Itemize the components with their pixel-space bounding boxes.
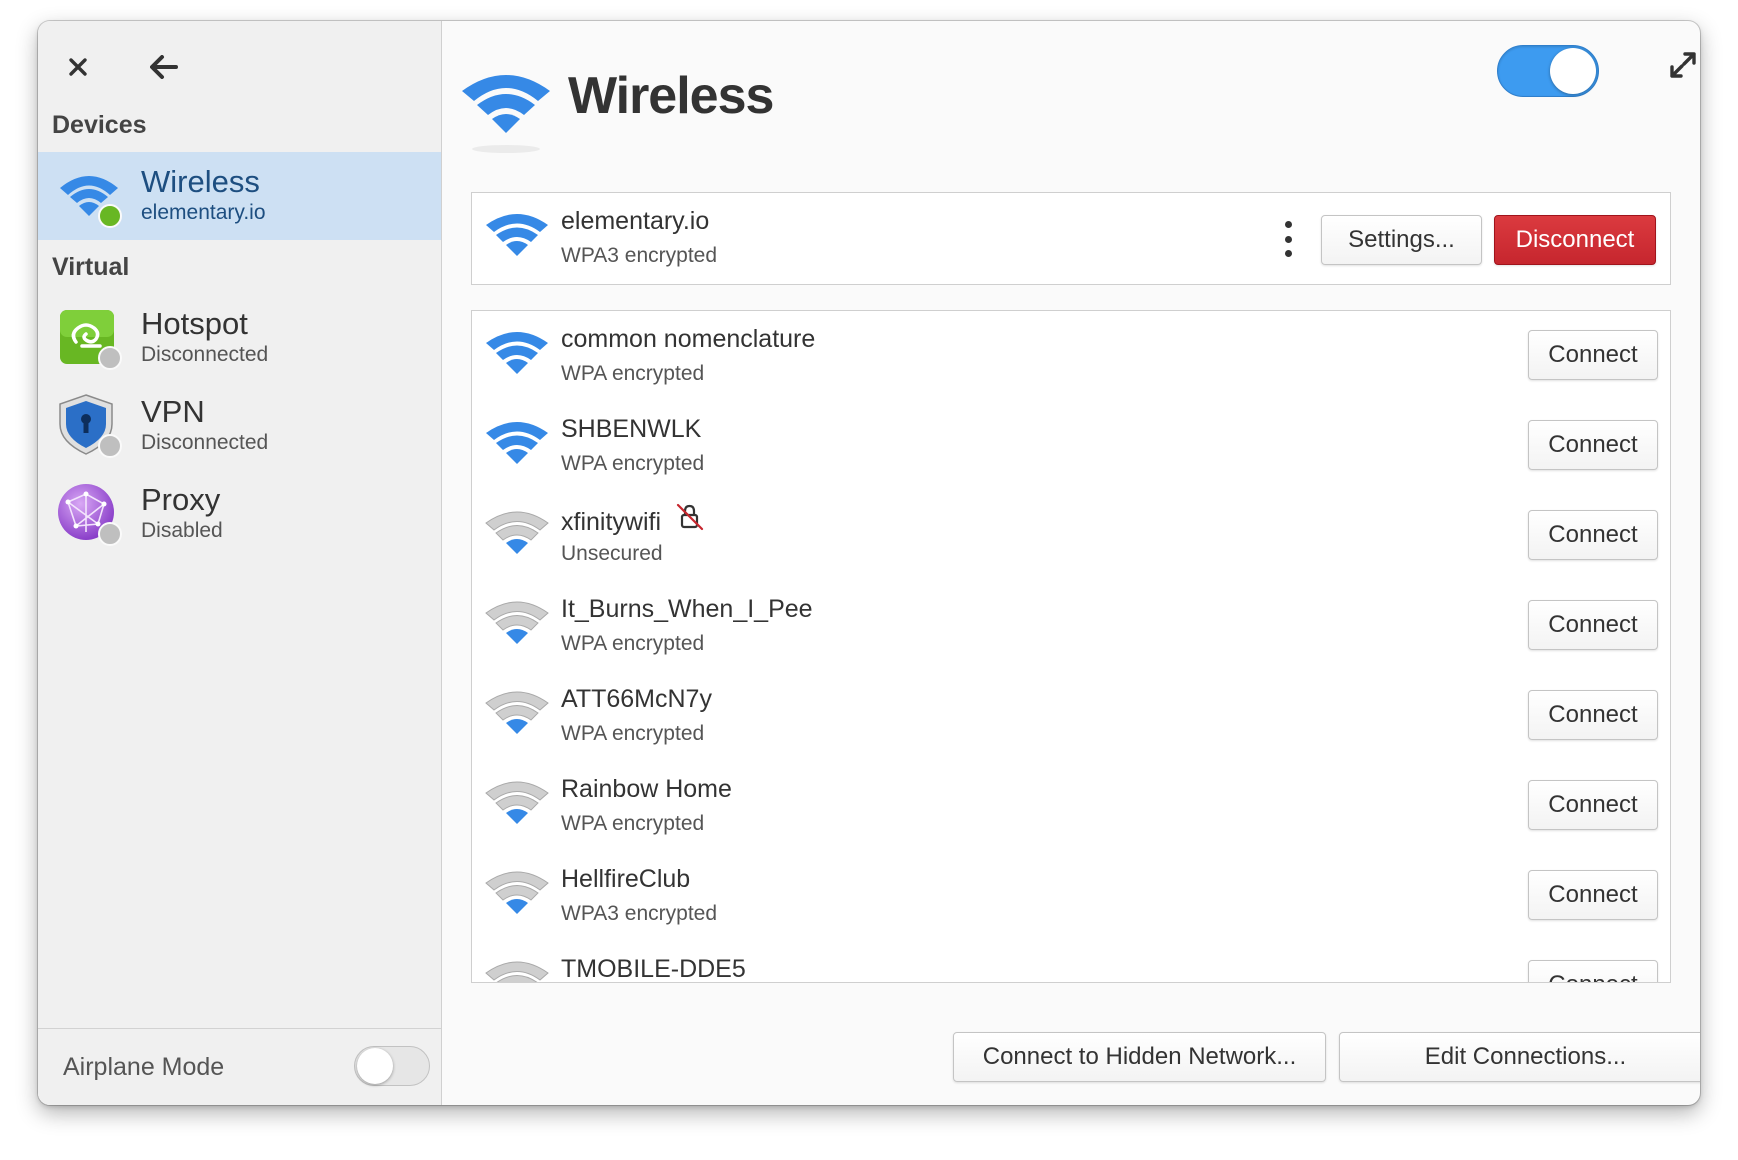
network-row: It_Burns_When_I_Pee WPA encrypted Connect bbox=[472, 581, 1670, 671]
maximize-button[interactable] bbox=[1663, 45, 1700, 85]
network-name: HellfireClub bbox=[561, 865, 690, 894]
page-title: Wireless bbox=[568, 67, 774, 125]
wifi-strength-2-icon bbox=[484, 779, 550, 840]
sidebar-item-hotspot[interactable]: Hotspot Disconnected bbox=[38, 294, 441, 382]
network-row: common nomenclature WPA encrypted Connect bbox=[472, 311, 1670, 401]
network-row: Rainbow Home WPA encrypted Connect bbox=[472, 761, 1670, 851]
network-security: WPA encrypted bbox=[561, 452, 705, 475]
airplane-mode-row: Airplane Mode bbox=[38, 1028, 441, 1105]
network-row: ATT66McN7y WPA encrypted Connect bbox=[472, 671, 1670, 761]
wifi-strength-4-icon bbox=[484, 329, 550, 390]
connected-status-dot bbox=[98, 204, 122, 228]
sidebar-item-label: Wireless bbox=[141, 164, 260, 199]
network-name: elementary.io bbox=[561, 207, 710, 235]
main-panel: Wireless elementary.io WPA3 encrypted Se… bbox=[443, 21, 1700, 1105]
network-row: xfinitywifi Unsecured Connect bbox=[472, 491, 1670, 581]
connect-button[interactable]: Connect bbox=[1528, 330, 1658, 380]
network-security: WPA encrypted bbox=[561, 632, 705, 655]
connected-network-card: elementary.io WPA3 encrypted Settings...… bbox=[471, 192, 1671, 285]
network-name: common nomenclature bbox=[561, 325, 815, 354]
sidebar-item-status: elementary.io bbox=[141, 201, 266, 224]
sidebar-item-status: Disabled bbox=[141, 519, 223, 542]
network-name-text: Rainbow Home bbox=[561, 775, 732, 803]
connect-hidden-network-button[interactable]: Connect to Hidden Network... bbox=[953, 1032, 1326, 1082]
virtual-section-label: Virtual bbox=[52, 253, 130, 281]
network-name-text: TMOBILE-DDE5 bbox=[561, 955, 746, 983]
network-name: Rainbow Home bbox=[561, 775, 732, 804]
network-name-text: xfinitywifi bbox=[561, 508, 662, 537]
connect-button[interactable]: Connect bbox=[1528, 780, 1658, 830]
disconnected-status-dot bbox=[98, 434, 122, 458]
wifi-strength-2-icon bbox=[484, 689, 550, 750]
wifi-strength-1-icon bbox=[484, 869, 550, 930]
wireless-enable-switch[interactable] bbox=[1497, 45, 1599, 97]
wifi-strength-1-icon bbox=[484, 959, 550, 982]
network-security: WPA encrypted bbox=[561, 722, 705, 745]
network-name-text: It_Burns_When_I_Pee bbox=[561, 595, 813, 623]
devices-section-label: Devices bbox=[52, 111, 147, 139]
disabled-status-dot bbox=[98, 522, 122, 546]
wifi-strength-2-icon bbox=[484, 599, 550, 660]
wifi-strength-4-icon bbox=[484, 211, 550, 272]
connect-button[interactable]: Connect bbox=[1528, 600, 1658, 650]
settings-button[interactable]: Settings... bbox=[1321, 215, 1482, 265]
network-row: HellfireClub WPA3 encrypted Connect bbox=[472, 851, 1670, 941]
network-name: ATT66McN7y bbox=[561, 685, 712, 714]
hotspot-icon bbox=[56, 304, 122, 370]
connect-button[interactable]: Connect bbox=[1528, 870, 1658, 920]
disconnected-status-dot bbox=[98, 346, 122, 370]
network-row: SHBENWLK WPA encrypted Connect bbox=[472, 401, 1670, 491]
sidebar-item-status: Disconnected bbox=[141, 343, 269, 366]
vpn-shield-icon bbox=[56, 392, 122, 458]
network-name-text: common nomenclature bbox=[561, 325, 816, 353]
edit-connections-button[interactable]: Edit Connections... bbox=[1339, 1032, 1700, 1082]
sidebar-item-wireless[interactable]: Wireless elementary.io bbox=[38, 152, 441, 240]
sidebar: Devices Wireless elementary.io Virtual H… bbox=[38, 21, 442, 1105]
network-security: WPA3 encrypted bbox=[561, 902, 718, 925]
network-security: WPA encrypted bbox=[561, 812, 705, 835]
wifi-icon bbox=[56, 162, 122, 228]
back-arrow-icon bbox=[150, 55, 178, 79]
network-security: WPA3 encrypted bbox=[561, 244, 718, 267]
airplane-mode-label: Airplane Mode bbox=[63, 1053, 225, 1081]
wifi-strength-2-icon bbox=[484, 509, 550, 570]
network-name: It_Burns_When_I_Pee bbox=[561, 595, 813, 624]
sidebar-item-status: Disconnected bbox=[141, 431, 269, 454]
sidebar-item-label: Proxy bbox=[141, 482, 221, 517]
network-name-text: SHBENWLK bbox=[561, 415, 702, 443]
wifi-header-icon bbox=[458, 61, 554, 162]
connect-button[interactable]: Connect bbox=[1528, 960, 1658, 982]
switch-knob bbox=[357, 1048, 393, 1084]
switch-knob bbox=[1550, 48, 1596, 94]
network-security: Unsecured bbox=[561, 542, 663, 565]
insecure-lock-icon bbox=[675, 502, 705, 539]
network-name: SHBENWLK bbox=[561, 415, 701, 444]
wifi-strength-4-icon bbox=[484, 419, 550, 480]
sidebar-item-label: VPN bbox=[141, 394, 205, 429]
network-name-text: HellfireClub bbox=[561, 865, 691, 893]
back-button[interactable] bbox=[142, 45, 186, 89]
airplane-mode-switch[interactable] bbox=[354, 1046, 430, 1086]
network-name-text: ATT66McN7y bbox=[561, 685, 712, 713]
close-icon bbox=[69, 58, 87, 76]
available-networks-list[interactable]: common nomenclature WPA encrypted Connect S… bbox=[471, 310, 1671, 983]
network-security: WPA encrypted bbox=[561, 362, 705, 385]
proxy-globe-icon bbox=[56, 480, 122, 546]
connect-button[interactable]: Connect bbox=[1528, 690, 1658, 740]
network-settings-window: Devices Wireless elementary.io Virtual H… bbox=[38, 21, 1700, 1105]
connect-button[interactable]: Connect bbox=[1528, 420, 1658, 470]
connect-button[interactable]: Connect bbox=[1528, 510, 1658, 560]
sidebar-item-label: Hotspot bbox=[141, 306, 248, 341]
close-button[interactable] bbox=[56, 45, 100, 89]
network-name: TMOBILE-DDE5 bbox=[561, 955, 746, 983]
sidebar-item-proxy[interactable]: Proxy Disabled bbox=[38, 470, 441, 558]
disconnect-button[interactable]: Disconnect bbox=[1494, 215, 1656, 265]
sidebar-item-vpn[interactable]: VPN Disconnected bbox=[38, 382, 441, 470]
network-name: xfinitywifi bbox=[561, 502, 705, 542]
more-options-button[interactable] bbox=[1272, 219, 1304, 259]
network-row: TMOBILE-DDE5 Connect bbox=[472, 941, 1670, 983]
expand-icon bbox=[1670, 52, 1696, 78]
